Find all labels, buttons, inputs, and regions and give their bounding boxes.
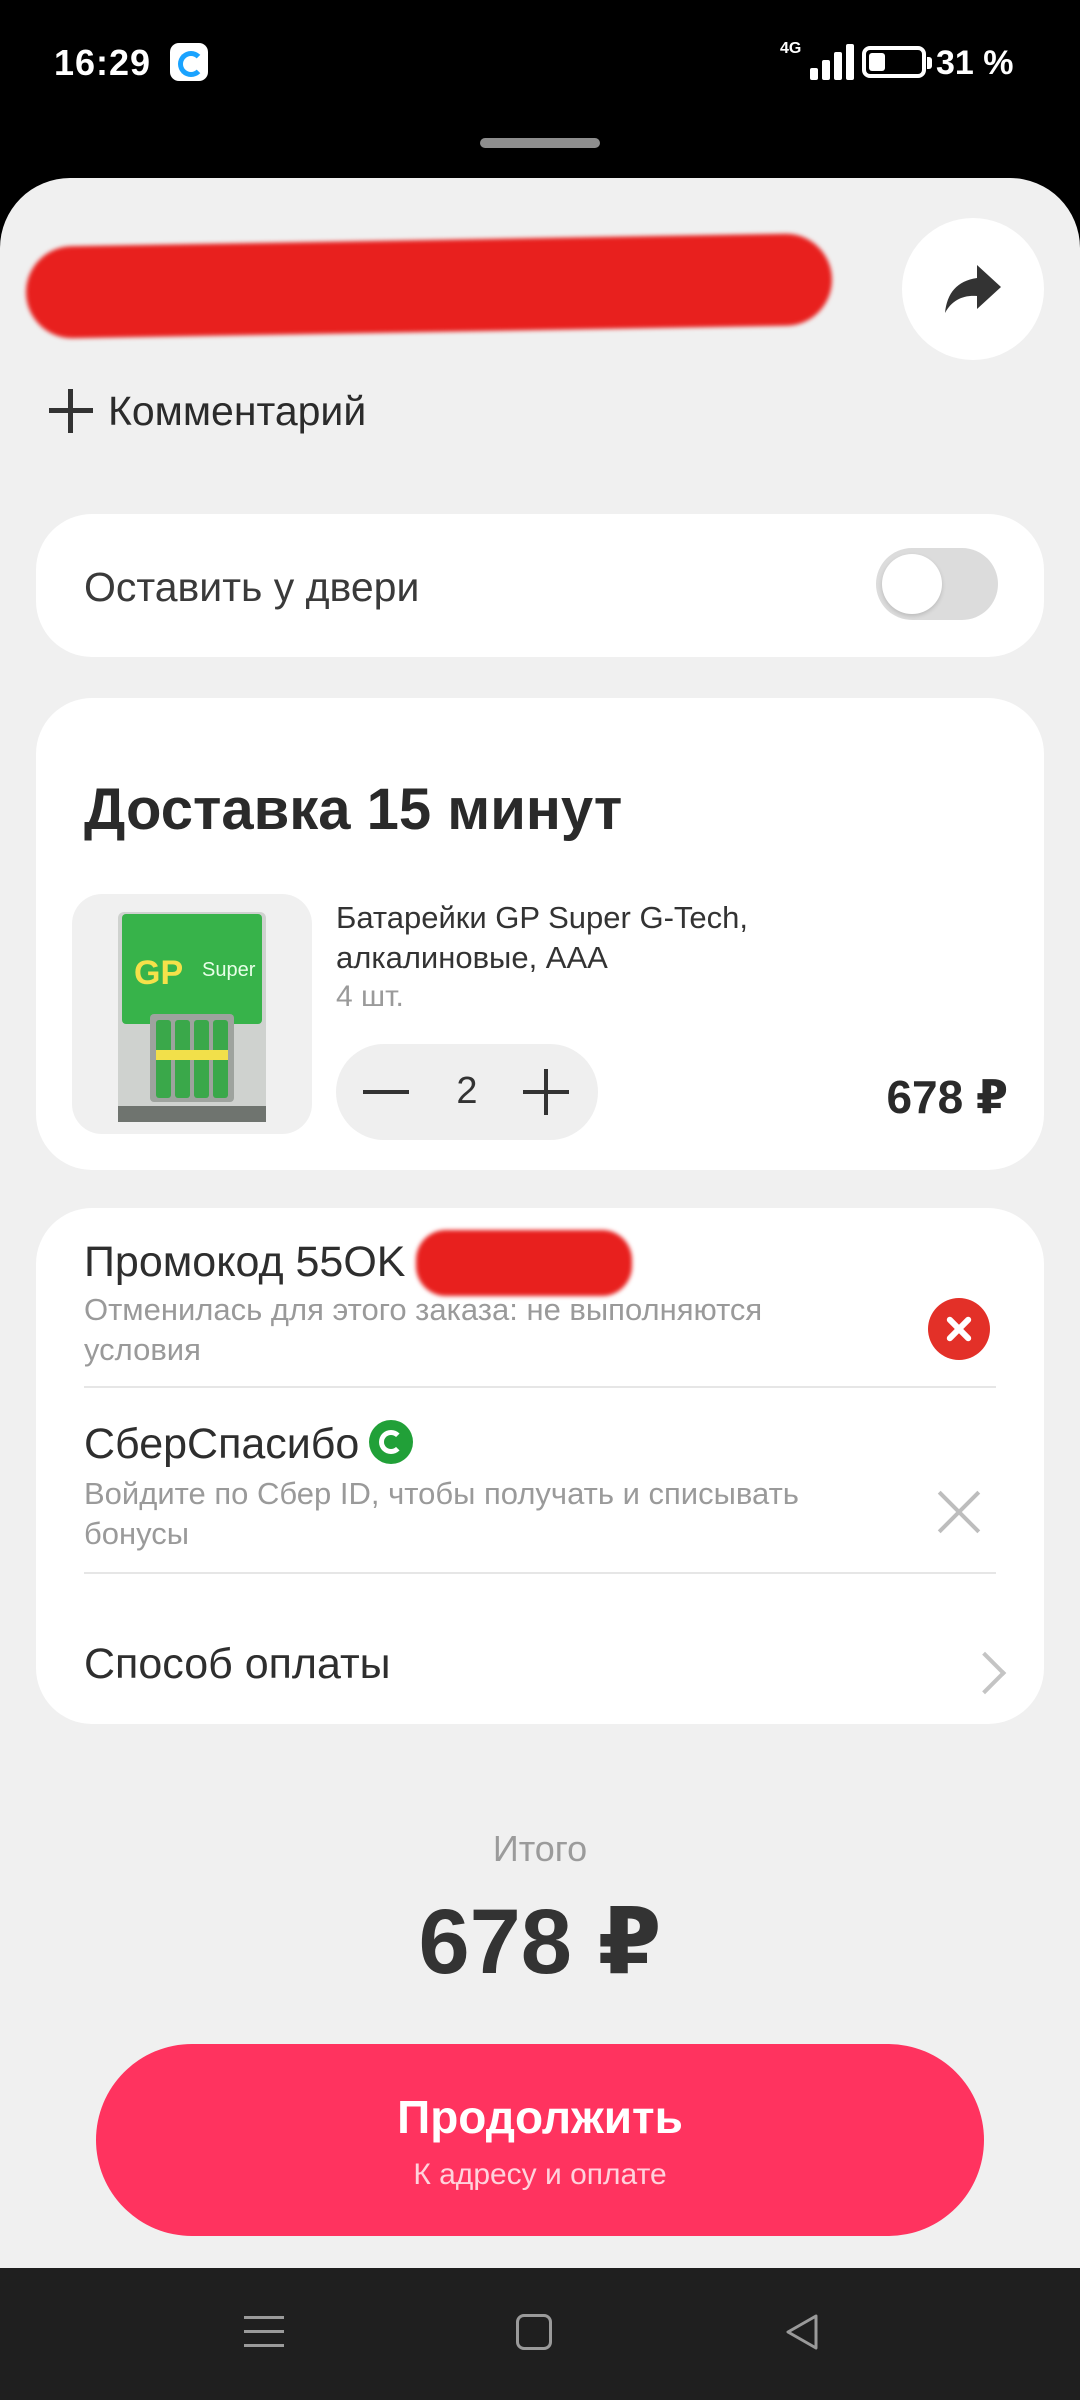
home-icon[interactable] xyxy=(516,2314,552,2350)
product-name[interactable]: Батарейки GP Super G-Tech, алкалиновые, … xyxy=(336,898,836,978)
add-comment-button[interactable]: Комментарий xyxy=(46,376,366,446)
decrease-quantity-button[interactable] xyxy=(356,1062,416,1122)
product-brand: GP xyxy=(134,954,183,992)
battery-icon xyxy=(862,46,932,78)
plus-icon xyxy=(46,386,96,436)
signal-icon: 4G xyxy=(780,40,854,80)
recent-apps-icon[interactable] xyxy=(244,2312,284,2352)
add-comment-label: Комментарий xyxy=(108,387,367,434)
quantity-stepper: 2 xyxy=(336,1044,598,1140)
redacted-promo-code xyxy=(416,1230,632,1296)
product-price: 678 ₽ xyxy=(886,1071,1008,1123)
order-options-card: Промокод 55OK Отменилась для этого заказ… xyxy=(36,1208,1044,1724)
chevron-right-icon xyxy=(963,1651,1007,1695)
increase-quantity-button[interactable] xyxy=(516,1062,576,1122)
product-brand-line: Super xyxy=(202,959,256,981)
app-notification-icon xyxy=(170,43,208,81)
network-type: 4G xyxy=(780,40,802,57)
sber-logo-icon xyxy=(369,1420,414,1464)
continue-button[interactable]: Продолжить К адресу и оплате xyxy=(96,2044,984,2236)
promo-code-title[interactable]: Промокод 55OK xyxy=(84,1238,405,1287)
sheet-grabber[interactable] xyxy=(480,138,600,148)
system-nav-bar xyxy=(0,2268,1080,2400)
leave-at-door-label: Оставить у двери xyxy=(84,564,420,610)
battery-pack-image: GP Super xyxy=(118,912,266,1122)
share-button[interactable] xyxy=(902,218,1044,360)
close-icon[interactable] xyxy=(926,1478,992,1544)
battery-percent: 31 % xyxy=(936,44,1014,82)
delivery-title: Доставка 15 минут xyxy=(84,777,623,842)
total-value: 678 ₽ xyxy=(418,1891,662,1993)
sber-spasibo-hint: Войдите по Сбер ID, чтобы получать и спи… xyxy=(84,1476,799,1551)
promo-code-status: Отменилась для этого заказа: не выполняю… xyxy=(84,1292,763,1367)
redacted-address xyxy=(25,232,833,340)
product-pack-size: 4 шт. xyxy=(336,980,404,1013)
sber-spasibo-title: СберСпасибо xyxy=(84,1420,360,1468)
share-arrow-icon xyxy=(945,265,1001,313)
checkout-sheet: Комментарий Оставить у двери Доставка 15… xyxy=(0,178,1080,2268)
delivery-card: Доставка 15 минут GP Super Батарейки GP … xyxy=(36,698,1044,1170)
total-label: Итого xyxy=(492,1828,588,1869)
quantity-value: 2 xyxy=(456,1070,478,1112)
status-time: 16:29 xyxy=(54,42,152,83)
status-bar: 16:29 4G 31 % xyxy=(0,0,1080,125)
product-image[interactable]: GP Super xyxy=(72,894,312,1134)
error-icon[interactable] xyxy=(928,1298,990,1360)
continue-button-label: Продолжить xyxy=(397,2091,683,2143)
leave-at-door-card: Оставить у двери xyxy=(36,514,1044,657)
payment-method-row[interactable]: Способ оплаты xyxy=(84,1640,391,1689)
continue-button-sublabel: К адресу и оплате xyxy=(413,2158,667,2191)
sber-spasibo-row[interactable]: СберСпасибо xyxy=(84,1420,414,1469)
leave-at-door-toggle[interactable] xyxy=(876,548,998,620)
divider xyxy=(84,1572,996,1574)
payment-method-label: Способ оплаты xyxy=(84,1640,391,1688)
back-icon[interactable] xyxy=(782,2312,822,2352)
divider xyxy=(84,1386,996,1388)
